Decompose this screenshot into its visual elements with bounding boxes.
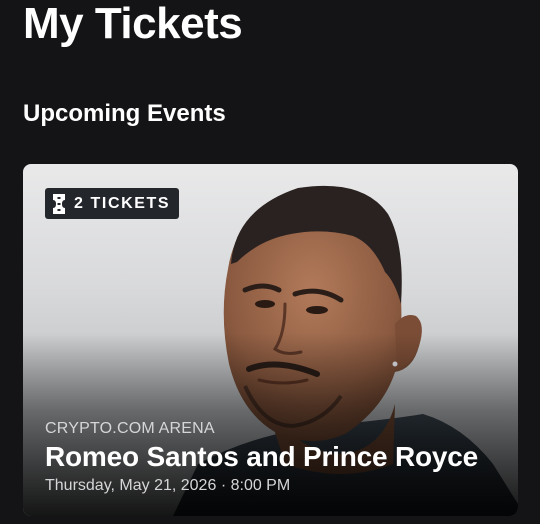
event-venue: CRYPTO.COM ARENA [45,420,215,437]
section-title-upcoming-events: Upcoming Events [23,100,226,127]
ticket-count-label: 2 TICKETS [74,194,171,212]
event-datetime: Thursday, May 21, 2026 · 8:00 PM [45,477,290,495]
event-date: Thursday, May 21, 2026 [45,477,217,494]
page-title: My Tickets [23,0,243,48]
event-time: 8:00 PM [230,477,291,494]
event-card[interactable]: 2 TICKETS CRYPTO.COM ARENA Romeo Santos … [23,164,518,516]
ticket-count-badge: 2 TICKETS [45,188,180,219]
ticket-icon [53,193,65,214]
event-name: Romeo Santos and Prince Royce [45,441,478,472]
datetime-separator: · [220,477,227,494]
